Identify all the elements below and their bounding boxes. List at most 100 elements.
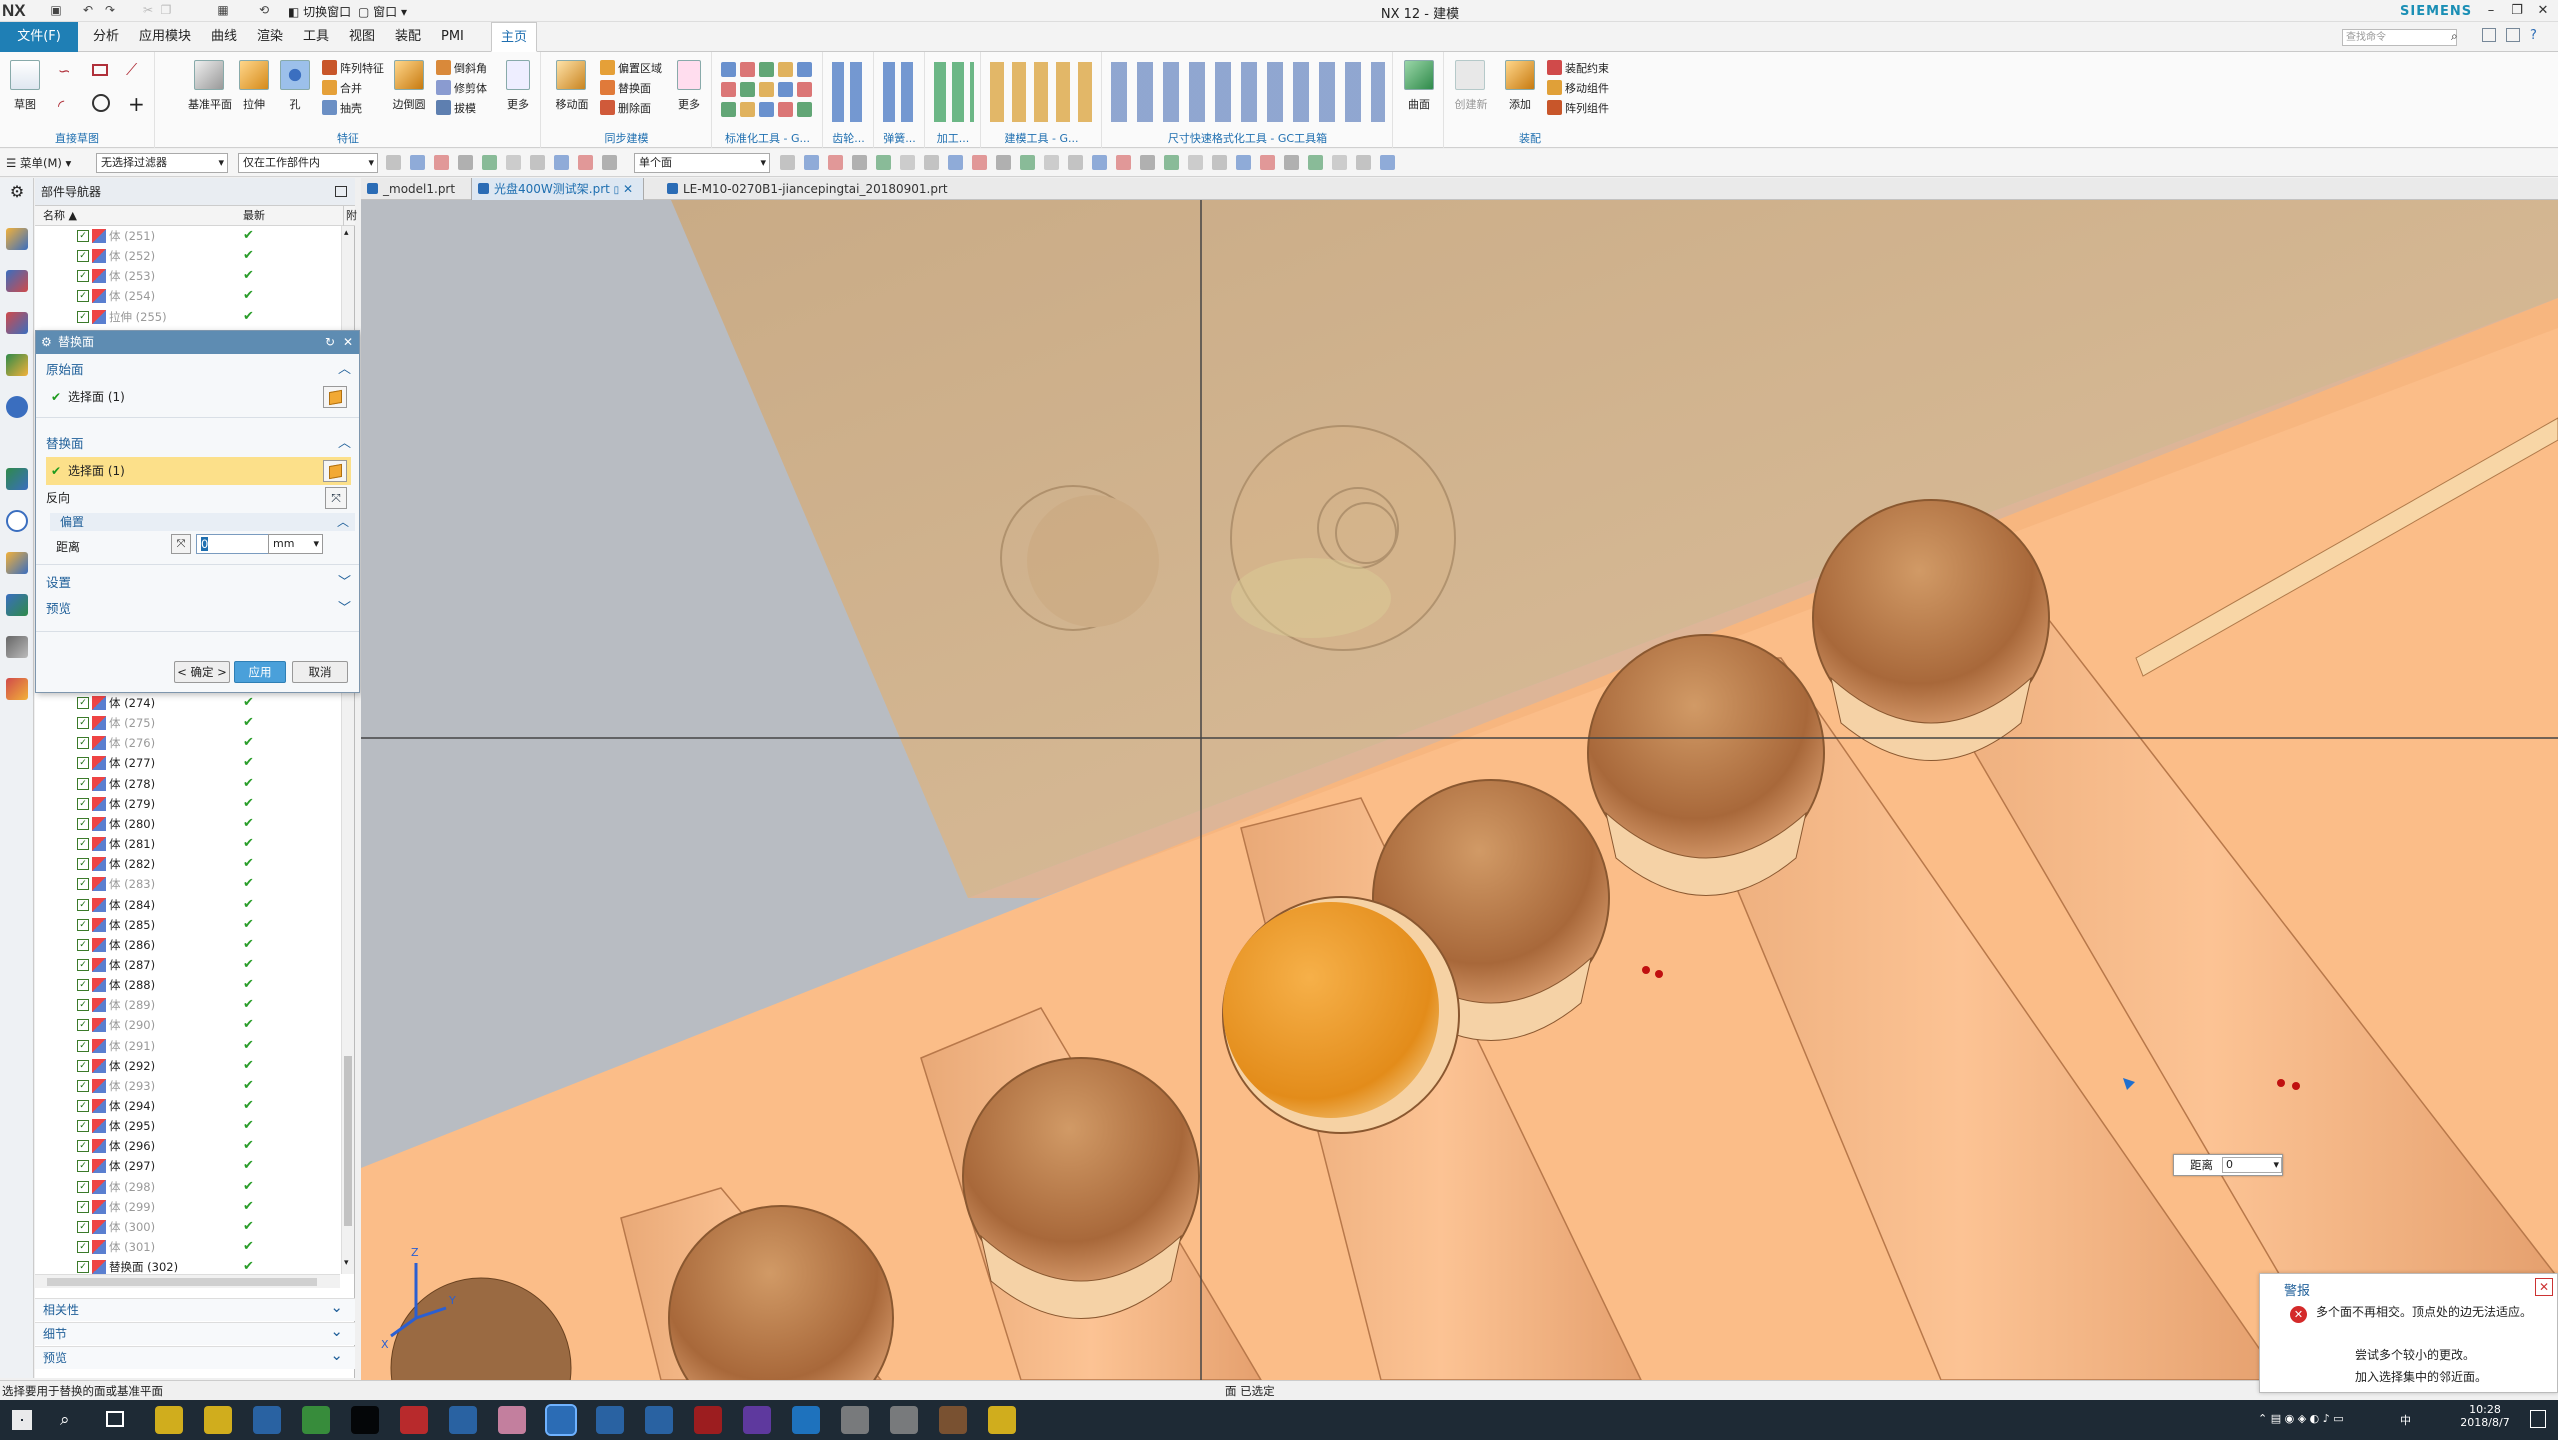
menu-tab-5[interactable]: 视图 xyxy=(340,22,384,52)
tree-row[interactable]: ✓ 体 (300) ✔ xyxy=(35,1217,340,1237)
tree-row[interactable]: ✓ 体 (296) ✔ xyxy=(35,1136,340,1156)
section-preview[interactable]: 预览 ﹀ xyxy=(36,598,359,620)
search-icon[interactable]: ⌕ xyxy=(60,1410,70,1430)
section-original-face[interactable]: 原始面 ︿ xyxy=(36,359,359,381)
visibility-checkbox[interactable]: ✓ xyxy=(77,777,89,790)
tree-row[interactable]: ✓ 体 (297) ✔ xyxy=(35,1156,340,1176)
create-new-icon[interactable] xyxy=(1455,60,1485,90)
select-replacement-face-row[interactable]: ✔ 选择面 (1) xyxy=(46,457,351,485)
selection-tool-icon[interactable] xyxy=(506,155,521,170)
subsection-offset[interactable]: 偏置 ︿ xyxy=(50,513,355,531)
tool-icon[interactable] xyxy=(721,82,736,97)
selection-tool-icon[interactable] xyxy=(876,155,891,170)
tool-icon[interactable] xyxy=(797,102,812,117)
constraint-navigator-icon[interactable] xyxy=(6,312,28,334)
scroll-down-icon[interactable]: ▾ xyxy=(344,1258,349,1268)
tool-icon[interactable] xyxy=(740,82,755,97)
navigator-horizontal-scrollbar[interactable] xyxy=(35,1274,340,1288)
system-scene-icon[interactable] xyxy=(6,636,28,658)
hole-icon[interactable] xyxy=(280,60,310,90)
menu-tab-3[interactable]: 渲染 xyxy=(248,22,292,52)
apply-button[interactable]: 应用 xyxy=(234,661,286,683)
taskbar-app-icon[interactable] xyxy=(645,1406,673,1434)
scrollbar-thumb[interactable] xyxy=(344,1056,352,1226)
tree-row[interactable]: ✓ 体 (295) ✔ xyxy=(35,1116,340,1136)
onscreen-distance-input[interactable]: 距离 0 ▾ xyxy=(2173,1154,2283,1176)
visibility-checkbox[interactable]: ✓ xyxy=(77,999,89,1012)
selection-tool-icon[interactable] xyxy=(578,155,593,170)
tree-row[interactable]: ✓ 体 (285) ✔ xyxy=(35,915,340,935)
selection-scope-dropdown[interactable]: 仅在工作部件内 xyxy=(238,153,378,173)
layout-icon[interactable] xyxy=(2506,28,2520,42)
tree-row[interactable]: ✓ 体 (301) ✔ xyxy=(35,1237,340,1257)
tab-jiancepingtai[interactable]: LE-M10-0270B1-jiancepingtai_20180901.prt xyxy=(661,178,958,200)
taskbar-app-icon[interactable] xyxy=(400,1406,428,1434)
visibility-checkbox[interactable]: ✓ xyxy=(77,697,89,709)
selection-tool-icon[interactable] xyxy=(530,155,545,170)
visibility-checkbox[interactable]: ✓ xyxy=(77,1160,89,1173)
ribbon-options-icon[interactable] xyxy=(2482,28,2496,42)
taskbar-app-icon[interactable] xyxy=(351,1406,379,1434)
tree-row[interactable]: ✓ 体 (288) ✔ xyxy=(35,975,340,995)
move-face-icon[interactable] xyxy=(556,60,586,90)
rectangle-icon[interactable] xyxy=(92,64,108,76)
visibility-checkbox[interactable]: ✓ xyxy=(77,757,89,770)
tree-row[interactable]: ✓ 体 (252) ✔ xyxy=(35,246,340,266)
selection-tool-icon[interactable] xyxy=(1188,155,1203,170)
taskbar-app-icon[interactable] xyxy=(498,1406,526,1434)
restore-button[interactable]: ❐ xyxy=(2506,2,2528,20)
visibility-checkbox[interactable]: ✓ xyxy=(77,1140,89,1153)
taskbar-app-icon[interactable] xyxy=(596,1406,624,1434)
help-icon[interactable]: ? xyxy=(2530,28,2537,43)
tool-icon[interactable] xyxy=(778,102,793,117)
column-more[interactable]: 附 xyxy=(343,206,357,226)
visibility-checkbox[interactable]: ✓ xyxy=(77,1200,89,1213)
selection-tool-icon[interactable] xyxy=(1284,155,1299,170)
dimension-tools-icon[interactable] xyxy=(1111,62,1385,122)
tool-icon[interactable] xyxy=(740,62,755,77)
selection-tool-icon[interactable] xyxy=(1332,155,1347,170)
taskbar-app-icon[interactable] xyxy=(792,1406,820,1434)
visibility-checkbox[interactable]: ✓ xyxy=(77,938,89,951)
cancel-button[interactable]: 取消 xyxy=(292,661,348,683)
tree-row[interactable]: ✓ 体 (298) ✔ xyxy=(35,1177,340,1197)
tool-icon[interactable] xyxy=(797,62,812,77)
tree-row[interactable]: ✓ 体 (253) ✔ xyxy=(35,266,340,286)
visibility-checkbox[interactable]: ✓ xyxy=(77,717,89,730)
dialog-close-icon[interactable]: ✕ xyxy=(343,331,353,354)
visibility-checkbox[interactable]: ✓ xyxy=(77,979,89,992)
tree-row[interactable]: ✓ 体 (282) ✔ xyxy=(35,854,340,874)
tab-close-icon[interactable]: ✕ xyxy=(623,182,633,196)
selection-tool-icon[interactable] xyxy=(1260,155,1275,170)
menu-tab-0[interactable]: 分析 xyxy=(84,22,128,52)
spring-tools-icon[interactable] xyxy=(883,62,917,122)
selection-tool-icon[interactable] xyxy=(1164,155,1179,170)
section-replacement-face[interactable]: 替换面 ︿ xyxy=(36,433,359,455)
command-search-input[interactable]: 查找命令 xyxy=(2342,29,2457,46)
visibility-checkbox[interactable]: ✓ xyxy=(77,1079,89,1092)
selection-tool-icon[interactable] xyxy=(972,155,987,170)
reuse-library-icon[interactable] xyxy=(6,354,28,376)
tray-icons[interactable]: ⌃ ▤ ◉ ◈ ◐ ♪ ▭ xyxy=(2258,1412,2344,1425)
repeat-command-icon[interactable]: ⟲ xyxy=(256,3,272,18)
visibility-checkbox[interactable]: ✓ xyxy=(77,817,89,830)
selection-tool-icon[interactable] xyxy=(948,155,963,170)
tree-row[interactable]: ✓ 体 (294) ✔ xyxy=(35,1096,340,1116)
selection-tool-icon[interactable] xyxy=(1092,155,1107,170)
tree-row[interactable]: ✓ 体 (289) ✔ xyxy=(35,995,340,1015)
copy-icon[interactable]: ❐ xyxy=(158,3,174,18)
tree-row[interactable]: ✓ 体 (281) ✔ xyxy=(35,834,340,854)
select-original-face-row[interactable]: ✔ 选择面 (1) xyxy=(46,383,351,411)
tree-row[interactable]: ✓ 体 (299) ✔ xyxy=(35,1197,340,1217)
face-select-button[interactable] xyxy=(323,386,347,408)
preview-panel[interactable]: 预览 xyxy=(35,1344,355,1369)
reset-icon[interactable]: ↻ xyxy=(325,331,335,354)
redo-icon[interactable]: ↷ xyxy=(102,3,118,18)
tree-row[interactable]: ✓ 体 (287) ✔ xyxy=(35,955,340,975)
selection-tool-icon[interactable] xyxy=(410,155,425,170)
selection-tool-icon[interactable] xyxy=(482,155,497,170)
modeling-tools-icon[interactable] xyxy=(990,62,1094,122)
extrude-icon[interactable] xyxy=(239,60,269,90)
visibility-checkbox[interactable]: ✓ xyxy=(77,858,89,871)
gear-tools-icon[interactable] xyxy=(832,62,866,122)
